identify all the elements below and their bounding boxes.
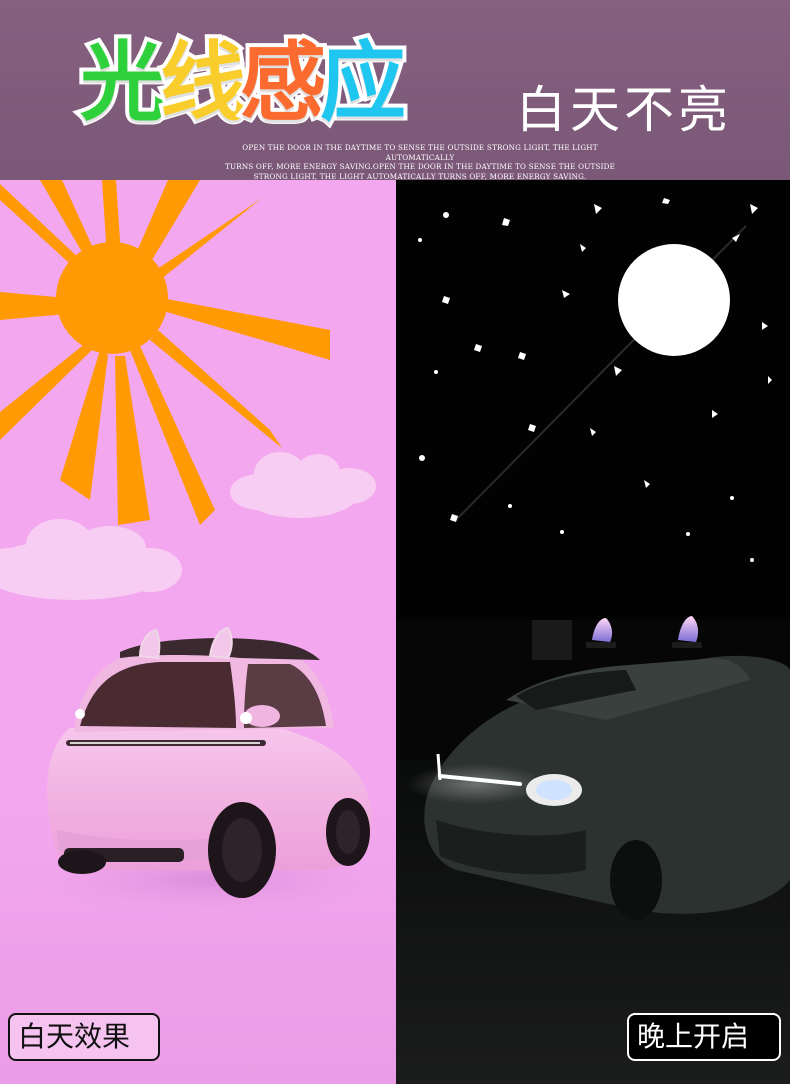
night-illustration bbox=[396, 198, 790, 1084]
english-line-1: OPEN THE DOOR IN THE DAYTIME TO SENSE TH… bbox=[242, 143, 598, 162]
english-line-2: TURNS OFF, MORE ENERGY SAVING.OPEN THE D… bbox=[224, 162, 616, 171]
title-char-4: 应 bbox=[316, 33, 410, 133]
page-title: 光 线 感 应 bbox=[76, 28, 410, 138]
title-char-2: 线 bbox=[156, 33, 250, 133]
night-on-label: 晚上开启 bbox=[627, 1013, 781, 1061]
day-panel bbox=[0, 180, 396, 1084]
page-subtitle: 白天不亮 bbox=[516, 81, 732, 139]
day-effect-label: 白天效果 bbox=[8, 1013, 160, 1061]
pink-car-image bbox=[47, 626, 372, 898]
moon-icon bbox=[618, 244, 730, 356]
english-description: OPEN THE DOOR IN THE DAYTIME TO SENSE TH… bbox=[220, 143, 620, 181]
header-banner: 光 线 感 应 白天不亮 OPEN THE DOOR IN THE DAYTIM… bbox=[0, 0, 790, 181]
cloud-icon bbox=[0, 519, 182, 600]
title-char-1: 光 bbox=[76, 33, 170, 133]
day-illustration bbox=[0, 180, 396, 1084]
cloud-icon bbox=[230, 452, 376, 518]
night-panel bbox=[396, 180, 790, 1084]
title-char-3: 感 bbox=[236, 33, 330, 133]
